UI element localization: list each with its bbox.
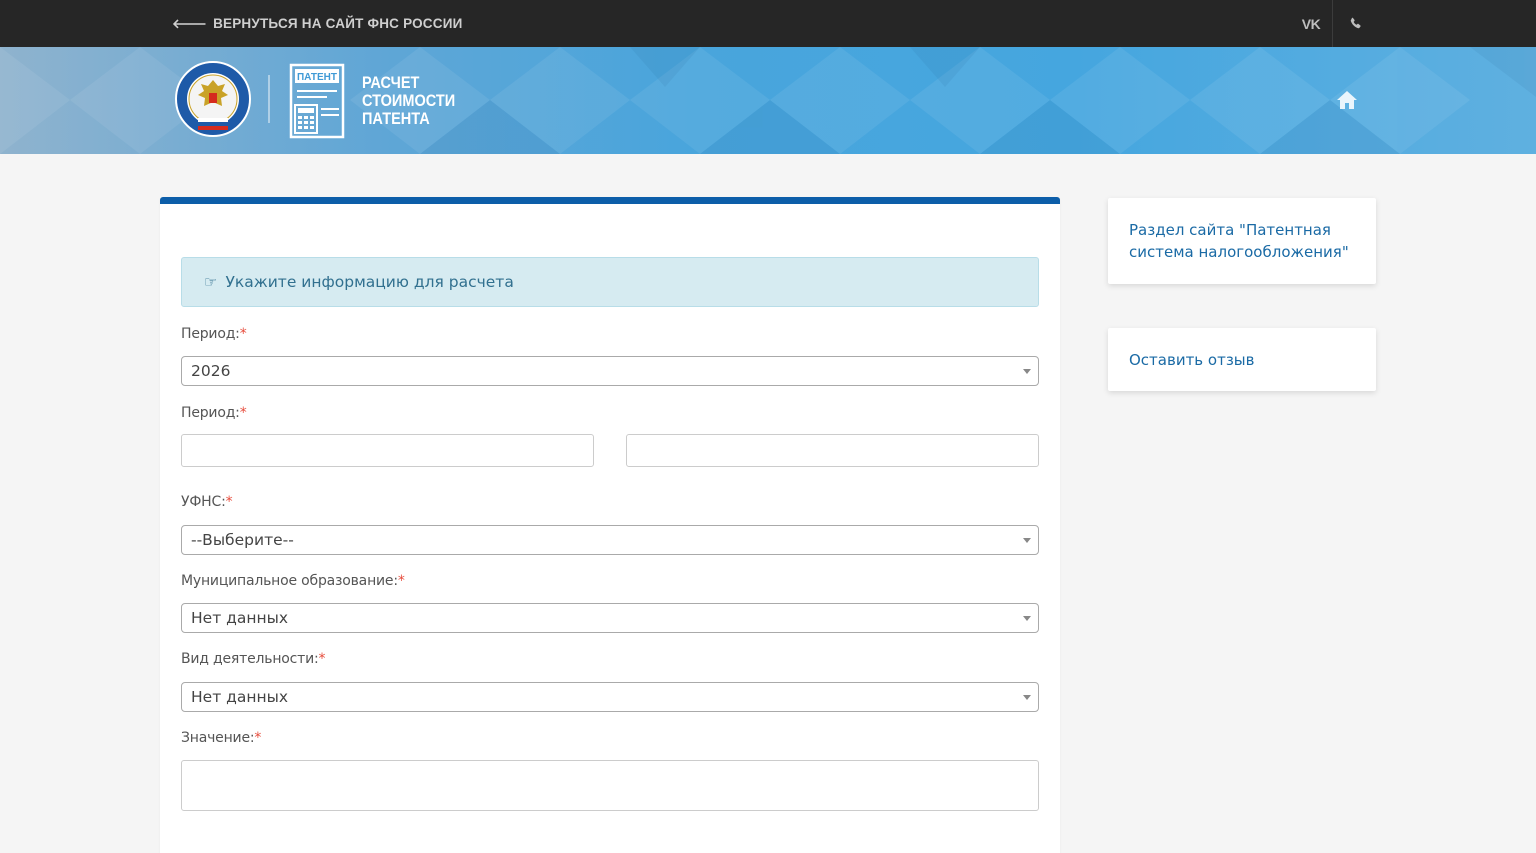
- patent-section-link[interactable]: Раздел сайта "Патентная система налогооб…: [1129, 219, 1355, 263]
- app-title-line-1: РАСЧЕТ: [362, 74, 420, 92]
- value-label-text: Значение:: [181, 730, 255, 746]
- activity-label: Вид деятельности:*: [181, 651, 326, 667]
- period-range-label-text: Период:: [181, 405, 240, 421]
- logo-doc-text: ПАТЕНТ: [297, 72, 337, 83]
- period-to-input[interactable]: [626, 434, 1039, 467]
- value-label: Значение:*: [181, 730, 261, 746]
- ufns-label: УФНС:*: [181, 494, 233, 510]
- top-bar: 🡐 ВЕРНУТЬСЯ НА САЙТ ФНС РОССИИ VK: [0, 0, 1536, 47]
- ufns-select[interactable]: --Выберите--: [181, 525, 1039, 555]
- dropdown-caret-icon: [1023, 616, 1031, 621]
- period-from-input[interactable]: [181, 434, 594, 467]
- patent-section-link-card[interactable]: Раздел сайта "Патентная система налогооб…: [1108, 198, 1376, 284]
- activity-value: Нет данных: [191, 688, 289, 706]
- phone-icon[interactable]: [1334, 0, 1376, 47]
- calculation-form-card: ☞ Укажите информацию для расчета Период:…: [160, 197, 1060, 853]
- info-message-text: Укажите информацию для расчета: [225, 273, 514, 291]
- required-mark: *: [225, 494, 233, 510]
- municipality-label: Муниципальное образование:*: [181, 573, 405, 589]
- period-range-label: Период:*: [181, 405, 247, 421]
- ufns-label-text: УФНС:: [181, 494, 226, 510]
- feedback-link-card[interactable]: Оставить отзыв: [1108, 328, 1376, 391]
- site-header: ПАТЕНТ РАСЧЕТ СТОИМОСТИ ПАТЕНТА: [0, 47, 1536, 154]
- logo-separator: [268, 75, 270, 123]
- info-message: ☞ Укажите информацию для расчета: [181, 257, 1039, 307]
- ufns-value: --Выберите--: [191, 531, 294, 549]
- required-mark: *: [397, 573, 405, 589]
- activity-label-text: Вид деятельности:: [181, 651, 319, 667]
- municipality-select[interactable]: Нет данных: [181, 603, 1039, 633]
- app-title-line-2: СТОИМОСТИ: [362, 92, 456, 110]
- required-mark: *: [254, 730, 262, 746]
- required-mark: *: [318, 651, 326, 667]
- topbar-divider: [1332, 0, 1333, 47]
- dropdown-caret-icon: [1023, 538, 1031, 543]
- back-link-label: ВЕРНУТЬСЯ НА САЙТ ФНС РОССИИ: [213, 16, 463, 31]
- arrow-left-icon: 🡐: [172, 15, 208, 31]
- home-icon[interactable]: [1336, 90, 1358, 110]
- required-mark: *: [239, 326, 247, 342]
- app-title: РАСЧЕТ СТОИМОСТИ ПАТЕНТА: [362, 74, 455, 128]
- period-year-label-text: Период:: [181, 326, 240, 342]
- municipality-label-text: Муниципальное образование:: [181, 573, 398, 589]
- fns-emblem-logo: [175, 61, 251, 137]
- required-mark: *: [239, 405, 247, 421]
- dropdown-caret-icon: [1023, 369, 1031, 374]
- value-input[interactable]: [181, 760, 1039, 811]
- period-year-value: 2026: [191, 362, 231, 380]
- app-title-line-3: ПАТЕНТА: [362, 110, 430, 128]
- patent-document-logo: ПАТЕНТ: [289, 63, 345, 139]
- back-to-fns-link[interactable]: 🡐 ВЕРНУТЬСЯ НА САЙТ ФНС РОССИИ: [172, 0, 463, 47]
- period-year-label: Период:*: [181, 326, 247, 342]
- hand-point-icon: ☞: [204, 273, 218, 291]
- vk-icon-text: VK: [1301, 15, 1321, 32]
- municipality-value: Нет данных: [191, 609, 289, 627]
- vk-icon[interactable]: VK: [1290, 0, 1332, 47]
- activity-select[interactable]: Нет данных: [181, 682, 1039, 712]
- dropdown-caret-icon: [1023, 695, 1031, 700]
- period-year-select[interactable]: 2026: [181, 356, 1039, 386]
- feedback-link[interactable]: Оставить отзыв: [1129, 349, 1255, 371]
